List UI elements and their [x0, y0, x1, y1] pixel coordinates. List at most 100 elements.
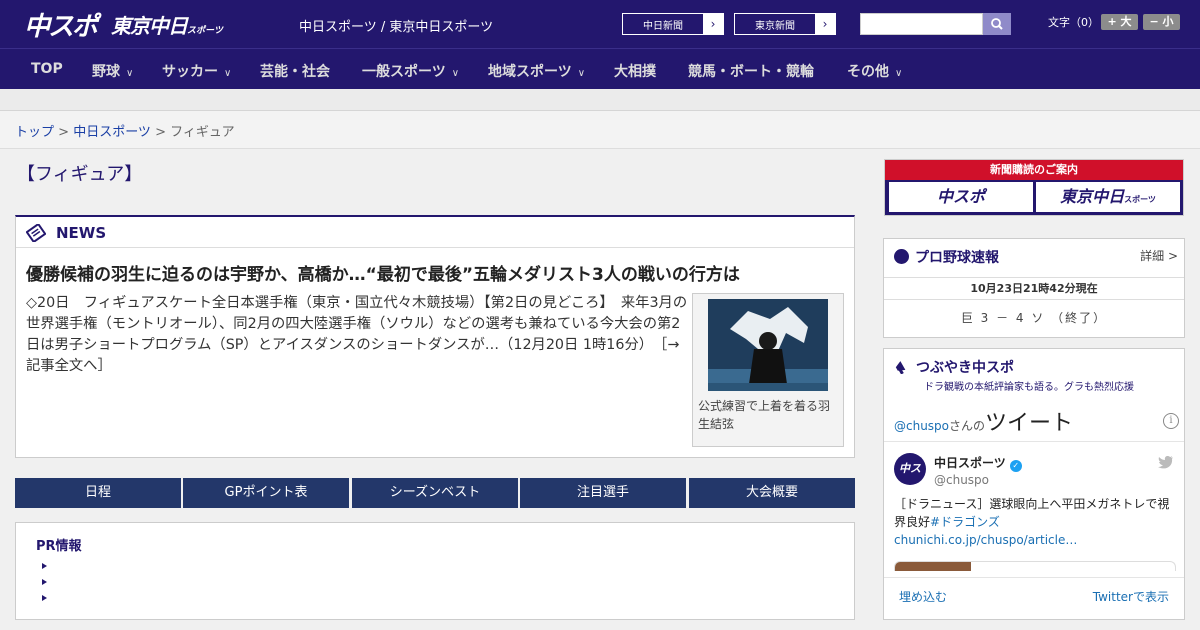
- breadcrumb-top-link[interactable]: トップ: [15, 125, 54, 140]
- timeline-tweets-label: ツイート: [985, 411, 1074, 436]
- pr-box: PR情報: [15, 522, 855, 620]
- nav-item-other[interactable]: その他 ∨: [847, 61, 902, 81]
- site-links[interactable]: 中日スポーツ / 東京中日スポーツ: [299, 16, 493, 35]
- account-name-text: 中日スポーツ: [934, 456, 1006, 470]
- tokyo-logo-text: 東京中日: [111, 14, 188, 38]
- bullet-icon: [42, 579, 47, 585]
- tweet-url[interactable]: chunichi.co.jp/chuspo/article…: [894, 533, 1077, 547]
- twitter-footer: 埋め込む Twitterで表示: [884, 577, 1184, 619]
- nav-label: その他: [847, 64, 889, 80]
- twitter-bird-icon[interactable]: [1158, 455, 1174, 473]
- breadcrumb: トップ > 中日スポーツ > フィギュア: [0, 111, 1200, 149]
- font-size-label: 文字（0）: [1048, 16, 1099, 29]
- nav-label: 一般スポーツ: [362, 64, 446, 80]
- baseball-scores-card: プロ野球速報 詳細 > 10月23日21時42分現在 巨 3 － 4 ソ （終了…: [883, 238, 1185, 338]
- baseball-score[interactable]: 巨 3 － 4 ソ （終了）: [884, 309, 1184, 326]
- nav-label: 芸能・社会: [260, 64, 330, 80]
- info-icon[interactable]: i: [1163, 413, 1179, 429]
- nav-item-local-sports[interactable]: 地域スポーツ ∨: [488, 61, 585, 81]
- chevron-down-icon: ∨: [126, 68, 134, 79]
- news-box: NEWS 優勝候補の羽生に迫るのは宇野か、高橋か…“最初で最後”五輪メダリスト3…: [15, 215, 855, 458]
- account-name[interactable]: 中日スポーツ ✓: [934, 454, 1022, 472]
- twitter-title: つぶやき中スポ: [916, 360, 1014, 376]
- subscribe-tokyo-text: 東京中日: [1060, 187, 1125, 206]
- font-bigger-button[interactable]: + 大: [1101, 14, 1138, 30]
- divider: [884, 441, 1184, 442]
- bird-shape: [1158, 456, 1173, 469]
- news-headline[interactable]: 優勝候補の羽生に迫るのは宇野か、高橋か…“最初で最後”五輪メダリスト3人の戦いの…: [26, 260, 841, 285]
- bullet-icon: [42, 563, 47, 569]
- nav-item-racing[interactable]: 競馬・ボート・競輪: [688, 61, 814, 81]
- breadcrumb-separator: >: [150, 125, 171, 140]
- timeline-title: @chuspoさんのツイート: [894, 405, 1073, 437]
- tab-schedule[interactable]: 日程: [15, 478, 181, 508]
- tab-featured-skaters[interactable]: 注目選手: [520, 478, 686, 508]
- skater-photo[interactable]: [708, 299, 828, 391]
- timeline-handle-suffix: さんの: [949, 419, 986, 433]
- nav-item-soccer[interactable]: サッカー ∨: [162, 61, 231, 81]
- top-bar: 中スポ 東京中日スポーツ 中日スポーツ / 東京中日スポーツ 中日新聞 › 東京…: [0, 0, 1200, 48]
- breadcrumb-chuspo-link[interactable]: 中日スポーツ: [73, 125, 151, 140]
- chevron-down-icon: ∨: [224, 68, 232, 79]
- bullet-icon: [42, 595, 47, 601]
- news-photo[interactable]: 公式練習で上着を着る羽生結弦: [692, 293, 844, 447]
- subscribe-tokyo-small: スポーツ: [1124, 195, 1156, 204]
- chuspo-logo[interactable]: 中スポ: [24, 6, 98, 43]
- chevron-right-icon: ›: [815, 14, 835, 34]
- baseball-icon: [894, 249, 909, 264]
- chunichi-shimbun-button[interactable]: 中日新聞 ›: [622, 13, 724, 35]
- baseball-timestamp: 10月23日21時42分現在: [884, 277, 1184, 300]
- pr-title: PR情報: [36, 539, 82, 554]
- subscribe-chuspo-button[interactable]: 中スポ: [889, 182, 1033, 212]
- nav-item-baseball[interactable]: 野球 ∨: [92, 61, 133, 81]
- photo-illustration: [708, 299, 828, 391]
- search-button[interactable]: [983, 13, 1011, 35]
- nav-label: サッカー: [162, 64, 218, 80]
- nav-label: 競馬・ボート・競輪: [688, 64, 814, 80]
- baseball-detail-link[interactable]: 詳細 >: [1140, 247, 1178, 264]
- tokyo-shimbun-button[interactable]: 東京新聞 ›: [734, 13, 836, 35]
- tokyo-shimbun-label: 東京新聞: [755, 21, 795, 32]
- timeline-handle-link[interactable]: @chuspo: [894, 419, 949, 433]
- figure-tabs: 日程 GPポイント表 シーズンベスト 注目選手 大会概要: [15, 478, 855, 508]
- chevron-down-icon: ∨: [577, 68, 586, 79]
- view-on-twitter-link[interactable]: Twitterで表示: [1093, 588, 1169, 605]
- chevron-down-icon: ∨: [895, 68, 903, 79]
- font-smaller-button[interactable]: − 小: [1143, 14, 1180, 30]
- news-body[interactable]: ◇20日 フィギュアスケート全日本選手権（東京・国立代々木競技場）【第2日の見ど…: [26, 293, 688, 377]
- tokyo-chunichi-logo[interactable]: 東京中日スポーツ: [111, 10, 223, 39]
- newspaper-icon: [26, 224, 46, 242]
- search-box: [860, 13, 1011, 35]
- media-thumbnail: [895, 562, 971, 571]
- nav-item-sumo[interactable]: 大相撲: [614, 61, 656, 81]
- photo-caption: 公式練習で上着を着る羽生結弦: [698, 399, 831, 431]
- subscribe-tokyo-button[interactable]: 東京中日スポーツ: [1036, 182, 1180, 212]
- subscribe-banner[interactable]: 新聞購読のご案内 中スポ 東京中日スポーツ: [884, 159, 1184, 216]
- tweet-media-preview[interactable]: [894, 561, 1176, 571]
- news-section-label: NEWS: [56, 224, 107, 242]
- embed-link[interactable]: 埋め込む: [899, 588, 947, 605]
- tab-gp-points[interactable]: GPポイント表: [183, 478, 349, 508]
- nav-item-general-sports[interactable]: 一般スポーツ ∨: [362, 61, 459, 81]
- twitter-header: つぶやき中スポ: [894, 357, 1014, 377]
- nav-label: 野球: [92, 64, 120, 80]
- nav-label: TOP: [31, 61, 63, 77]
- account-handle[interactable]: @chuspo: [934, 473, 989, 487]
- spacer-band: [0, 89, 1200, 111]
- tab-season-best[interactable]: シーズンベスト: [352, 478, 518, 508]
- tweet-hashtag[interactable]: #ドラゴンズ: [930, 515, 1000, 529]
- tokyo-logo-small: スポーツ: [187, 26, 223, 36]
- twitter-card: つぶやき中スポ ドラ観戦の本紙評論家も語る。グラも熱烈応援 @chuspoさんの…: [883, 348, 1185, 620]
- avatar[interactable]: 中スポ: [894, 453, 926, 507]
- nav-item-entertainment[interactable]: 芸能・社会: [260, 61, 330, 81]
- baseball-title: プロ野球速報: [915, 250, 999, 266]
- megaphone-icon: [895, 361, 906, 375]
- chevron-right-icon: ›: [703, 14, 723, 34]
- search-input[interactable]: [860, 13, 983, 35]
- chevron-down-icon: ∨: [451, 68, 460, 79]
- news-header: NEWS: [16, 217, 854, 248]
- tweet-text[interactable]: ［ドラニュース］選球眼向上へ平田メガネトレで視界良好#ドラゴンズchunichi…: [894, 495, 1179, 549]
- tab-event-overview[interactable]: 大会概要: [689, 478, 855, 508]
- nav-item-top[interactable]: TOP: [31, 61, 63, 77]
- verified-badge-icon: ✓: [1009, 460, 1022, 472]
